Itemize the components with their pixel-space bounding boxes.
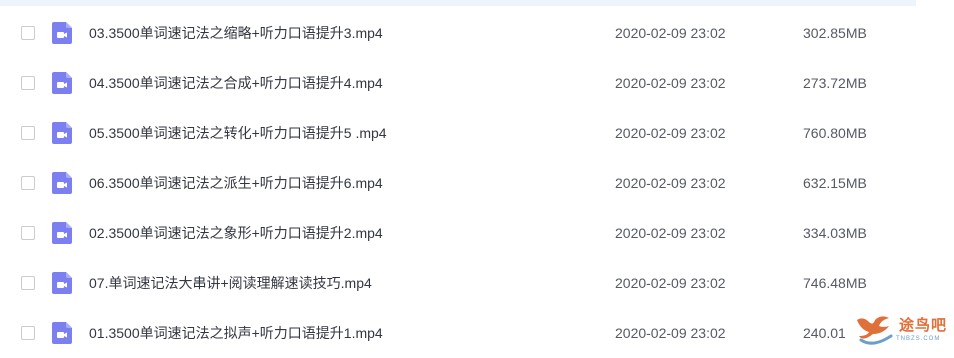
file-size: 334.03MB (803, 225, 867, 241)
file-name[interactable]: 03.3500单词速记法之缩略+听力口语提升3.mp4 (89, 23, 383, 43)
file-modified-date: 2020-02-09 23:02 (615, 275, 726, 291)
file-row[interactable]: 04.3500单词速记法之合成+听力口语提升4.mp4 2020-02-09 2… (0, 58, 954, 108)
row-checkbox[interactable] (21, 176, 35, 190)
bird-logo-icon (857, 316, 893, 345)
file-name[interactable]: 05.3500单词速记法之转化+听力口语提升5 .mp4 (89, 123, 387, 143)
row-checkbox[interactable] (21, 126, 35, 140)
row-checkbox[interactable] (21, 276, 35, 290)
file-size: 273.72MB (803, 75, 867, 91)
file-modified-date: 2020-02-09 23:02 (615, 325, 726, 341)
file-name[interactable]: 02.3500单词速记法之象形+听力口语提升2.mp4 (89, 223, 383, 243)
file-size: 746.48MB (803, 275, 867, 291)
video-file-icon (52, 122, 72, 144)
list-header-strip (0, 0, 916, 6)
video-file-icon (52, 272, 72, 294)
file-modified-date: 2020-02-09 23:02 (615, 225, 726, 241)
file-row[interactable]: 03.3500单词速记法之缩略+听力口语提升3.mp4 2020-02-09 2… (0, 8, 954, 58)
file-row[interactable]: 06.3500单词速记法之派生+听力口语提升6.mp4 2020-02-09 2… (0, 158, 954, 208)
video-file-icon (52, 22, 72, 44)
file-name[interactable]: 06.3500单词速记法之派生+听力口语提升6.mp4 (89, 173, 383, 193)
row-checkbox[interactable] (21, 76, 35, 90)
video-file-icon (52, 222, 72, 244)
file-row[interactable]: 02.3500单词速记法之象形+听力口语提升2.mp4 2020-02-09 2… (0, 208, 954, 258)
row-checkbox[interactable] (21, 226, 35, 240)
file-modified-date: 2020-02-09 23:02 (615, 25, 726, 41)
video-file-icon (52, 72, 72, 94)
video-file-icon (52, 322, 72, 344)
file-name[interactable]: 01.3500单词速记法之拟声+听力口语提升1.mp4 (89, 323, 383, 343)
site-watermark: 途鸟吧 TNBZS.COM (853, 310, 953, 352)
row-checkbox[interactable] (21, 326, 35, 340)
row-checkbox[interactable] (21, 26, 35, 40)
video-file-icon (52, 172, 72, 194)
watermark-text: 途鸟吧 (899, 317, 948, 334)
file-row[interactable]: 05.3500单词速记法之转化+听力口语提升5 .mp4 2020-02-09 … (0, 108, 954, 158)
file-modified-date: 2020-02-09 23:02 (615, 75, 726, 91)
file-name[interactable]: 07.单词速记法大串讲+阅读理解速读技巧.mp4 (89, 273, 372, 293)
file-row[interactable]: 01.3500单词速记法之拟声+听力口语提升1.mp4 2020-02-09 2… (0, 308, 954, 358)
file-modified-date: 2020-02-09 23:02 (615, 125, 726, 141)
file-modified-date: 2020-02-09 23:02 (615, 175, 726, 191)
file-size: 302.85MB (803, 25, 867, 41)
file-row[interactable]: 07.单词速记法大串讲+阅读理解速读技巧.mp4 2020-02-09 23:0… (0, 258, 954, 308)
file-size: 632.15MB (803, 175, 867, 191)
file-name[interactable]: 04.3500单词速记法之合成+听力口语提升4.mp4 (89, 73, 383, 93)
file-list: 03.3500单词速记法之缩略+听力口语提升3.mp4 2020-02-09 2… (0, 8, 954, 358)
file-size: 240.01 (803, 325, 846, 341)
file-size: 760.80MB (803, 125, 867, 141)
watermark-subtext: TNBZS.COM (896, 336, 941, 342)
